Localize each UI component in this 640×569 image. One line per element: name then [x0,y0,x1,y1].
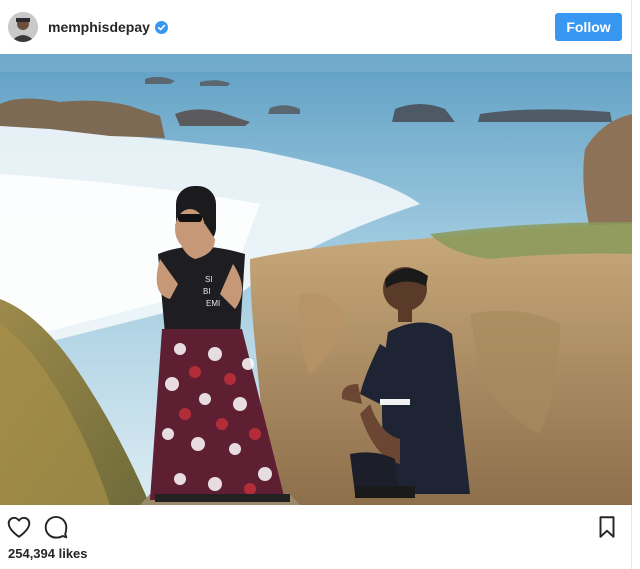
verified-badge-icon [154,20,168,34]
shirt-text-line-3: EMI [206,299,220,308]
bookmark-icon[interactable] [594,514,620,540]
username-link[interactable]: memphisdepay [48,19,150,35]
likes-count[interactable]: 254,394 likes [8,546,88,561]
post-photo[interactable]: SI BI EMI [0,54,632,505]
post-header: memphisdepay Follow [0,0,632,54]
shirt-text-line-2: BI [203,287,211,296]
instagram-post: memphisdepay Follow SI BI EMI 254,394 li… [0,0,632,569]
shirt-text-line-1: SI [205,275,213,284]
follow-button[interactable]: Follow [555,13,622,41]
avatar[interactable] [8,12,38,42]
comment-icon[interactable] [43,514,69,540]
heart-icon[interactable] [6,514,32,540]
post-actions [0,505,632,545]
